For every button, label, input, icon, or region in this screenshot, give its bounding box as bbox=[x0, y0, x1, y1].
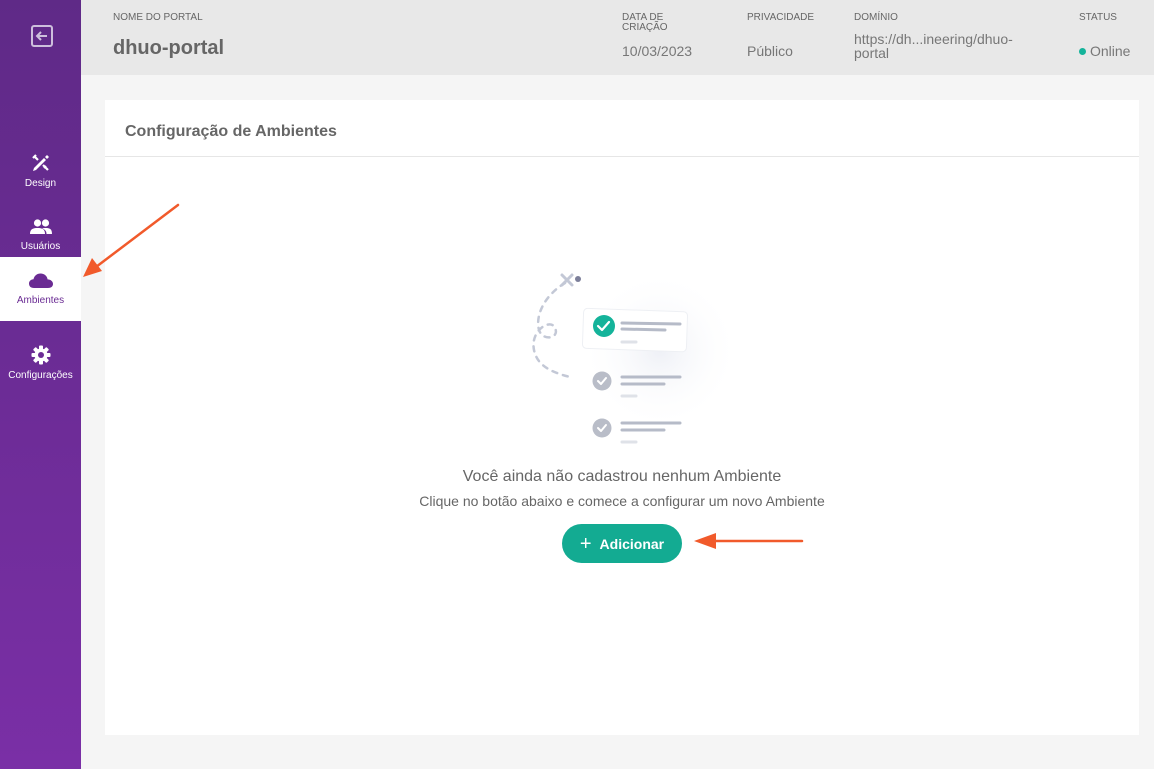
status-dot bbox=[1079, 48, 1086, 55]
privacy-value: Público bbox=[747, 43, 793, 59]
gear-icon bbox=[31, 345, 50, 365]
sidebar-item-label: Ambientes bbox=[16, 295, 65, 306]
card-title: Configuração de Ambientes bbox=[125, 123, 337, 140]
design-tools-icon bbox=[31, 154, 49, 171]
creation-date-value: 10/03/2023 bbox=[622, 43, 693, 59]
sidebar-item-ambientes[interactable]: Ambientes bbox=[0, 257, 81, 321]
sidebar: Design Usuários Ambientes Configurações bbox=[0, 0, 81, 769]
empty-state-illustration bbox=[525, 270, 740, 450]
card-header: Configuração de Ambientes bbox=[105, 100, 1139, 157]
domain-value-line1[interactable]: https://dh...ineering/dhuo- bbox=[854, 32, 1013, 46]
annotation-arrow-button bbox=[694, 533, 804, 549]
empty-state-title: Você ainda não cadastrou nenhum Ambiente bbox=[462, 468, 782, 485]
environments-card: Configuração de Ambientes Você ainda não… bbox=[105, 100, 1139, 735]
add-button-label: Adicionar bbox=[599, 535, 665, 552]
sidebar-item-label: Usuários bbox=[20, 241, 61, 252]
sidebar-item-label: Design bbox=[24, 178, 57, 189]
portal-name-label: NOME DO PORTAL bbox=[113, 12, 203, 23]
status-value: Online bbox=[1079, 43, 1130, 59]
portal-name: dhuo-portal bbox=[113, 37, 225, 59]
cloud-icon bbox=[28, 273, 53, 288]
status-label: STATUS bbox=[1079, 12, 1117, 23]
sidebar-item-configuracoes[interactable]: Configurações bbox=[0, 331, 81, 395]
exit-icon[interactable] bbox=[29, 23, 55, 49]
domain-value-line2[interactable]: portal bbox=[854, 46, 889, 60]
plus-icon: + bbox=[579, 532, 592, 555]
add-environment-button[interactable]: + Adicionar bbox=[562, 524, 682, 563]
domain-label: DOMÍNIO bbox=[854, 12, 898, 23]
privacy-label: PRIVACIDADE bbox=[747, 12, 815, 23]
users-icon bbox=[29, 219, 52, 234]
portal-header: NOME DO PORTAL dhuo-portal DATA DE CRIAÇ… bbox=[81, 0, 1154, 75]
annotation-arrow-sidebar bbox=[83, 203, 180, 277]
empty-state-subtitle: Clique no botão abaixo e comece a config… bbox=[419, 493, 825, 509]
sidebar-item-design[interactable]: Design bbox=[0, 139, 81, 203]
sidebar-item-label: Configurações bbox=[8, 370, 73, 381]
creation-date-label-line2: CRIAÇÃO bbox=[622, 22, 668, 33]
